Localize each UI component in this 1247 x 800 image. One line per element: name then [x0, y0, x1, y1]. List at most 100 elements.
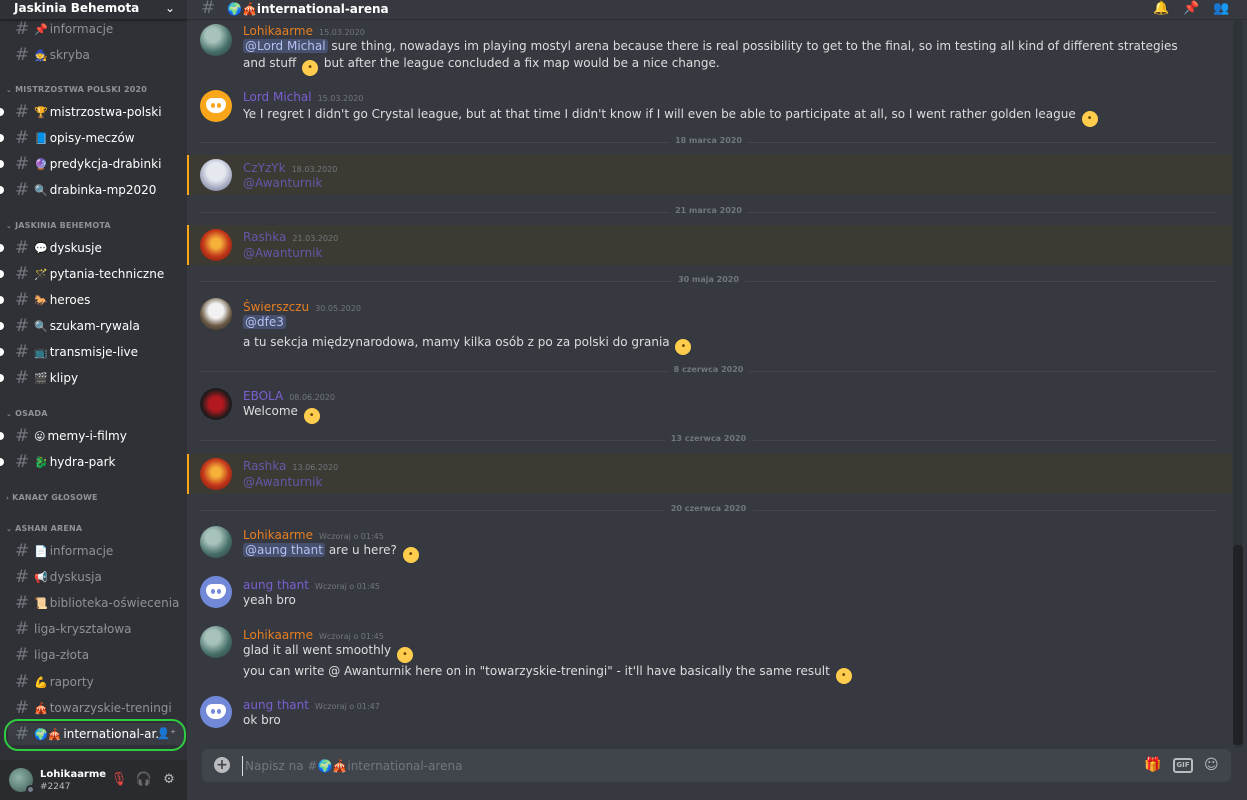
mention[interactable]: @Lord Michal [243, 39, 328, 53]
gif-icon[interactable]: GIF [1173, 758, 1193, 773]
channel-predykcja-drabinki[interactable]: # 🔮 predykcja-drabinki [0, 153, 184, 175]
members-icon[interactable]: 👥 [1213, 1, 1229, 16]
message-input[interactable] [242, 756, 1122, 776]
message-author[interactable]: aung thant [243, 578, 309, 592]
mention[interactable]: @aung thant [243, 543, 325, 557]
channel-label: liga-złota [34, 648, 90, 662]
channel-label: predykcja-drabinki [49, 157, 162, 171]
channel-emoji: 😛 [34, 429, 46, 443]
headphones-icon[interactable]: 🎧 [135, 771, 153, 789]
message-author[interactable]: Lohikaarme [243, 528, 313, 542]
message: EBOLA 08.06.2020 Welcome • [187, 384, 1232, 424]
pin-icon[interactable]: 📌 [1183, 1, 1199, 16]
chevron-down-icon: ⌄ [6, 525, 13, 533]
avatar[interactable] [200, 388, 232, 420]
channel-opisy-meczow[interactable]: # 📘 opisy-meczów [0, 127, 184, 149]
category-ashan-arena[interactable]: ⌄ ASHAN ARENA [6, 524, 82, 533]
message-content: @Lord Michal sure thing, nowadays im pla… [243, 38, 1188, 76]
channel-liga-krysztalowa[interactable]: # liga-kryształowa [8, 618, 184, 640]
message-author[interactable]: aung thant [243, 698, 309, 712]
mute-mic-icon[interactable]: 🎙 [110, 771, 128, 789]
category-voice[interactable]: › KANAŁY GŁOSOWE [6, 493, 98, 502]
message-author[interactable]: Lord Michal [243, 90, 312, 104]
channel-dyskusje[interactable]: # 💬 dyskusje [0, 237, 184, 259]
message-author[interactable]: Rashka [243, 459, 286, 473]
channel-hydra-park[interactable]: # 🐉 hydra-park [0, 451, 184, 473]
category-label: MISTRZOSTWA POLSKI 2020 [15, 85, 148, 94]
channel-emoji: 📜 [34, 596, 48, 610]
avatar[interactable] [200, 90, 232, 122]
channel-dyskusja[interactable]: # 📢 dyskusja [8, 566, 184, 588]
channel-informacje[interactable]: # 📌 informacje [8, 20, 184, 40]
avatar[interactable] [200, 24, 232, 56]
mention[interactable]: @Awanturnik [243, 246, 322, 260]
channel-memy-i-filmy[interactable]: # 😛 memy-i-filmy [0, 425, 184, 447]
category-mistrzostwa[interactable]: ⌄ MISTRZOSTWA POLSKI 2020 [6, 85, 147, 94]
wink-emoji-icon: • [303, 408, 320, 424]
mention-highlight-bar [187, 454, 189, 494]
message-author[interactable]: CzYzYk [243, 161, 286, 175]
avatar[interactable] [200, 159, 232, 191]
message-content: @Awanturnik [243, 474, 322, 491]
mention[interactable]: @Awanturnik [243, 475, 322, 489]
avatar[interactable] [200, 298, 232, 330]
unread-indicator [0, 134, 4, 142]
server-header[interactable]: Jaskinia Behemota ⌄ [0, 0, 187, 20]
bell-icon[interactable]: 🔔 [1153, 1, 1169, 16]
message-timestamp: 08.06.2020 [289, 393, 336, 402]
channel-biblioteka-oswiecenia[interactable]: # 📜 biblioteka-oświecenia [8, 592, 184, 614]
message-timestamp: 15.03.2020 [319, 28, 365, 37]
message: aung thant Wczoraj o 01:45 yeah bro [187, 574, 1232, 614]
channel-label: dyskusja [49, 570, 102, 584]
emoji-icon[interactable]: ☺ [1204, 757, 1219, 773]
channel-drabinka-mp2020[interactable]: # 🔍 drabinka-mp2020 [0, 179, 184, 201]
channel-label: hydra-park [49, 455, 116, 469]
channel-label: heroes [49, 293, 91, 307]
channel-liga-zlota[interactable]: # liga-złota [8, 644, 184, 666]
channel-heroes[interactable]: # 🐎 heroes [0, 289, 184, 311]
message-content: @dfe3 [243, 314, 286, 331]
scrollbar-thumb[interactable] [1233, 545, 1243, 745]
channel-transmisje-live[interactable]: # 📺 transmisje-live [0, 341, 184, 363]
message: Lord Michal 15.03.2020 Ye I regret I did… [187, 86, 1232, 127]
avatar[interactable] [200, 576, 232, 608]
message-author[interactable]: Świerszczu [243, 300, 309, 314]
avatar[interactable] [200, 626, 232, 658]
gift-icon[interactable]: 🎁 [1144, 757, 1161, 773]
message-list: Lohikaarme 15.03.2020 @Lord Michal sure … [187, 20, 1232, 748]
invite-icon[interactable]: 👤⁺ [156, 727, 176, 740]
channel-emoji: 💪 [34, 675, 48, 689]
message-author[interactable]: Rashka [243, 230, 286, 244]
message-author[interactable]: Lohikaarme [243, 24, 313, 38]
channel-towarzyskie-treningi[interactable]: # 🎪 towarzyskie-treningi [8, 697, 184, 719]
category-jaskinia[interactable]: ⌄ JASKINIA BEHEMOTA [6, 221, 111, 230]
channel-emoji: 📄 [34, 544, 48, 558]
message-author[interactable]: Lohikaarme [243, 628, 313, 642]
avatar[interactable] [200, 696, 232, 728]
avatar[interactable] [200, 229, 232, 261]
date-divider: 18 marca 2020 [200, 136, 1217, 145]
message-text: Welcome [243, 404, 298, 418]
avatar[interactable] [200, 458, 232, 490]
plus-icon[interactable]: + [214, 757, 230, 773]
date-divider: 20 czerwca 2020 [200, 504, 1217, 513]
hash-icon: # [14, 541, 30, 561]
mention[interactable]: @Awanturnik [243, 176, 322, 190]
category-osada[interactable]: ⌄ OSADA [6, 409, 48, 418]
channel-header: # 🌍🎪international-arena 🔔 📌 👥 [187, 0, 1247, 20]
chevron-down-icon[interactable]: ⌄ [165, 1, 175, 15]
message-author[interactable]: EBOLA [243, 389, 283, 403]
channel-mistrzostwa-polski[interactable]: # 🏆 mistrzostwa-polski [0, 101, 184, 123]
message-timestamp: Wczoraj o 01:45 [319, 632, 384, 641]
channel-klipy[interactable]: # 🎬 klipy [0, 367, 184, 389]
mention[interactable]: @dfe3 [243, 315, 286, 329]
channel-informacje-arena[interactable]: # 📄 informacje [8, 540, 184, 562]
channel-szukam-rywala[interactable]: # 🔍 szukam-rywala [0, 315, 184, 337]
avatar[interactable] [200, 526, 232, 558]
channel-skryba[interactable]: # 🧙 skryba [8, 44, 184, 66]
channel-international-arena[interactable]: # 🌍🎪 international-ar... 👤⁺ [8, 723, 184, 745]
channel-pytania-techniczne[interactable]: # 🪄 pytania-techniczne [0, 263, 184, 285]
hash-icon: # [14, 342, 30, 362]
gear-icon[interactable]: ⚙ [160, 771, 178, 789]
channel-raporty[interactable]: # 💪 raporty [8, 671, 184, 693]
